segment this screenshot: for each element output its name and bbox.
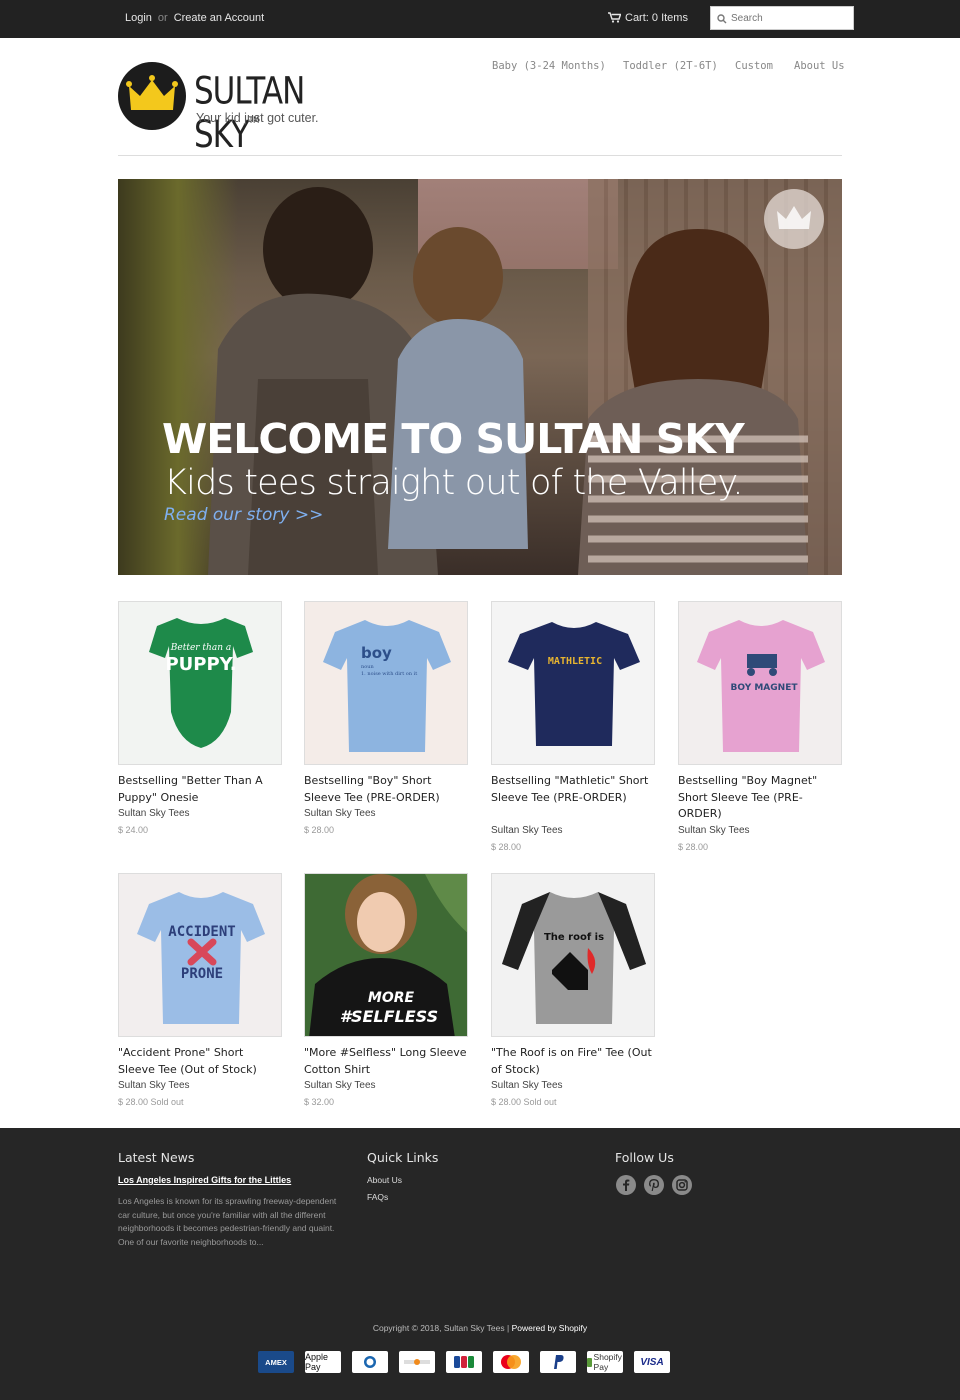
diners-club-payment-icon xyxy=(352,1351,388,1373)
crown-watermark-icon xyxy=(764,189,824,249)
hero-headline: WELCOME TO SULTAN SKY xyxy=(162,415,745,463)
cart-label: Cart: 0 Items xyxy=(625,12,688,24)
svg-text:ACCIDENT: ACCIDENT xyxy=(168,924,235,940)
instagram-icon[interactable] xyxy=(672,1175,692,1195)
amex-payment-icon: AMEX xyxy=(258,1351,294,1373)
product-vendor: Sultan Sky Tees xyxy=(304,808,376,819)
latest-news-heading: Latest News xyxy=(118,1150,195,1165)
nav-item-custom[interactable]: Custom xyxy=(735,60,773,72)
product-vendor: Sultan Sky Tees xyxy=(491,1080,563,1091)
cart-icon xyxy=(608,12,622,23)
product-vendor: Sultan Sky Tees xyxy=(304,1080,376,1091)
product-price: $ 32.00 xyxy=(304,1097,335,1107)
product-title[interactable]: Bestselling "Mathletic" Short Sleeve Tee… xyxy=(491,773,655,806)
follow-us-heading: Follow Us xyxy=(615,1150,674,1165)
product-vendor: Sultan Sky Tees xyxy=(491,825,563,836)
create-account-link[interactable]: Create an Account xyxy=(174,12,265,24)
visa-payment-icon: VISA xyxy=(634,1351,670,1373)
or-separator: or xyxy=(157,12,168,24)
product-price: $ 28.00 xyxy=(491,842,522,852)
quick-links-heading: Quick Links xyxy=(367,1150,439,1165)
svg-text:#SELFLESS: #SELFLESS xyxy=(340,1007,438,1026)
product-image[interactable]: MATHLETIC xyxy=(491,601,655,765)
product-image[interactable]: BOY MAGNET xyxy=(678,601,842,765)
account-links: Login or Create an Account xyxy=(125,12,264,24)
product-title[interactable]: "More #Selfless" Long Sleeve Cotton Shir… xyxy=(304,1045,468,1078)
search-input[interactable] xyxy=(731,10,849,26)
svg-text:noun: noun xyxy=(361,664,374,670)
svg-text:Better than a: Better than a xyxy=(170,643,231,653)
shopify-pay-payment-icon: Shopify Pay xyxy=(587,1351,623,1373)
hero-subheadline: Kids tees straight out of the Valley. xyxy=(164,463,744,503)
search-icon[interactable] xyxy=(717,14,727,24)
product-vendor: Sultan Sky Tees xyxy=(678,825,750,836)
pinterest-icon[interactable] xyxy=(644,1175,664,1195)
svg-text:BOY MAGNET: BOY MAGNET xyxy=(731,683,799,693)
site-logo[interactable]: SULTAN SKYTM Your kid just got cuter. xyxy=(118,60,348,156)
footer-link-about[interactable]: About Us xyxy=(367,1175,402,1185)
site-footer: Latest News Los Angeles Inspired Gifts f… xyxy=(0,1128,960,1400)
read-our-story-link[interactable]: Read our story >> xyxy=(164,505,323,525)
facebook-icon[interactable] xyxy=(616,1175,636,1195)
product-title[interactable]: Bestselling "Boy" Short Sleeve Tee (PRE-… xyxy=(304,773,468,806)
hero-banner[interactable]: WELCOME TO SULTAN SKY Kids tees straight… xyxy=(118,179,842,575)
search-box xyxy=(710,6,854,30)
powered-by-shopify-link[interactable]: Powered by Shopify xyxy=(512,1323,588,1333)
product-price: $ 24.00 xyxy=(118,825,149,835)
news-article-link[interactable]: Los Angeles Inspired Gifts for the Littl… xyxy=(118,1175,291,1185)
svg-text:The roof is: The roof is xyxy=(544,932,604,943)
cart-link[interactable]: Cart: 0 Items xyxy=(608,12,688,24)
paypal-payment-icon xyxy=(540,1351,576,1373)
product-vendor: Sultan Sky Tees xyxy=(118,808,190,819)
product-image[interactable]: ACCIDENT PRONE xyxy=(118,873,282,1037)
product-image[interactable]: The roof is xyxy=(491,873,655,1037)
product-title[interactable]: Bestselling "Boy Magnet" Short Sleeve Te… xyxy=(678,773,842,823)
svg-text:1. noise with dirt on it: 1. noise with dirt on it xyxy=(361,671,417,677)
jcb-payment-icon xyxy=(446,1351,482,1373)
product-title[interactable]: "Accident Prone" Short Sleeve Tee (Out o… xyxy=(118,1045,282,1078)
svg-text:MORE: MORE xyxy=(368,990,415,1006)
footer-link-faqs[interactable]: FAQs xyxy=(367,1192,388,1202)
crown-logo-icon xyxy=(118,62,186,130)
copyright-text: Copyright © 2018, Sultan Sky Tees | Powe… xyxy=(372,1323,588,1333)
product-image[interactable]: MORE #SELFLESS xyxy=(304,873,468,1037)
product-price: $ 28.00 xyxy=(678,842,709,852)
product-image[interactable]: Better than a PUPPY. xyxy=(118,601,282,765)
login-link[interactable]: Login xyxy=(125,12,152,24)
header-divider xyxy=(118,155,842,156)
product-price: $ 28.00 Sold out xyxy=(118,1097,184,1107)
svg-text:PRONE: PRONE xyxy=(181,966,223,982)
brand-tagline: Your kid just got cuter. xyxy=(196,111,319,125)
product-vendor: Sultan Sky Tees xyxy=(118,1080,190,1091)
nav-item-toddler[interactable]: Toddler (2T-6T) xyxy=(623,60,718,72)
top-bar: Login or Create an Account Cart: 0 Items xyxy=(0,0,960,38)
svg-text:boy: boy xyxy=(361,644,392,662)
discover-payment-icon xyxy=(399,1351,435,1373)
product-image[interactable]: boy noun 1. noise with dirt on it xyxy=(304,601,468,765)
product-price: $ 28.00 Sold out xyxy=(491,1097,557,1107)
product-title[interactable]: Bestselling "Better Than A Puppy" Onesie xyxy=(118,773,282,806)
news-excerpt: Los Angeles is known for its sprawling f… xyxy=(118,1196,337,1247)
nav-item-about[interactable]: About Us xyxy=(794,60,845,72)
svg-text:PUPPY.: PUPPY. xyxy=(165,654,236,675)
mastercard-payment-icon xyxy=(493,1351,529,1373)
hero-person-right xyxy=(578,229,808,575)
apple-pay-payment-icon: Apple Pay xyxy=(305,1351,341,1373)
product-title[interactable]: "The Roof is on Fire" Tee (Out of Stock) xyxy=(491,1045,655,1078)
product-price: $ 28.00 xyxy=(304,825,335,835)
nav-item-baby[interactable]: Baby (3-24 Months) xyxy=(492,60,606,72)
svg-text:MATHLETIC: MATHLETIC xyxy=(548,656,602,667)
